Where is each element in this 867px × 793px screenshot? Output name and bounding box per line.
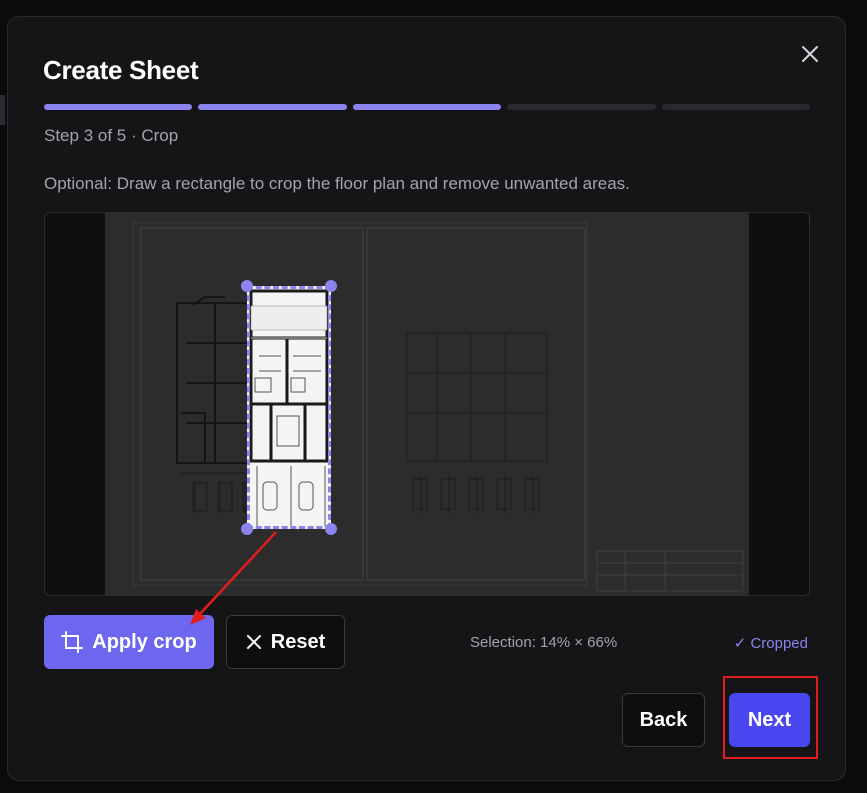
crop-icon bbox=[61, 631, 84, 653]
back-button[interactable]: Back bbox=[622, 693, 705, 747]
background-window-edge bbox=[0, 95, 5, 125]
apply-crop-button[interactable]: Apply crop bbox=[44, 615, 214, 669]
progress-step-3 bbox=[352, 104, 502, 110]
reset-label: Reset bbox=[270, 630, 326, 653]
floor-plan-drawing bbox=[132, 222, 744, 592]
crop-instructions: Optional: Draw a rectangle to crop the f… bbox=[44, 174, 630, 193]
dialog-title: Create Sheet bbox=[43, 55, 199, 85]
progress-step-5 bbox=[661, 104, 811, 110]
reset-button[interactable]: Reset bbox=[226, 615, 345, 669]
x-icon bbox=[246, 635, 261, 649]
crop-handle-top-right[interactable] bbox=[325, 280, 337, 292]
progress-step-2 bbox=[198, 104, 347, 110]
crop-handle-bottom-left[interactable] bbox=[241, 523, 253, 535]
close-icon bbox=[802, 46, 818, 62]
progress-step-4 bbox=[507, 104, 656, 110]
step-indicator: Step 3 of 5 · Crop bbox=[44, 126, 179, 145]
floor-plan-sheet bbox=[105, 213, 749, 595]
next-button-highlight bbox=[723, 676, 818, 759]
crop-selection-border bbox=[247, 286, 331, 529]
crop-canvas[interactable] bbox=[44, 212, 810, 596]
back-label: Back bbox=[639, 708, 688, 731]
crop-handle-top-left[interactable] bbox=[241, 280, 253, 292]
crop-handle-bottom-right[interactable] bbox=[325, 523, 337, 535]
selection-dimensions: Selection: 14% × 66% bbox=[470, 634, 618, 651]
close-button[interactable] bbox=[799, 43, 821, 65]
cropped-status: ✓ Cropped bbox=[733, 635, 808, 652]
apply-crop-label: Apply crop bbox=[92, 630, 197, 653]
progress-step-1 bbox=[44, 104, 193, 110]
create-sheet-dialog: Create Sheet Step 3 of 5 · Crop Optional… bbox=[7, 16, 846, 781]
step-progress-bar bbox=[44, 104, 811, 110]
